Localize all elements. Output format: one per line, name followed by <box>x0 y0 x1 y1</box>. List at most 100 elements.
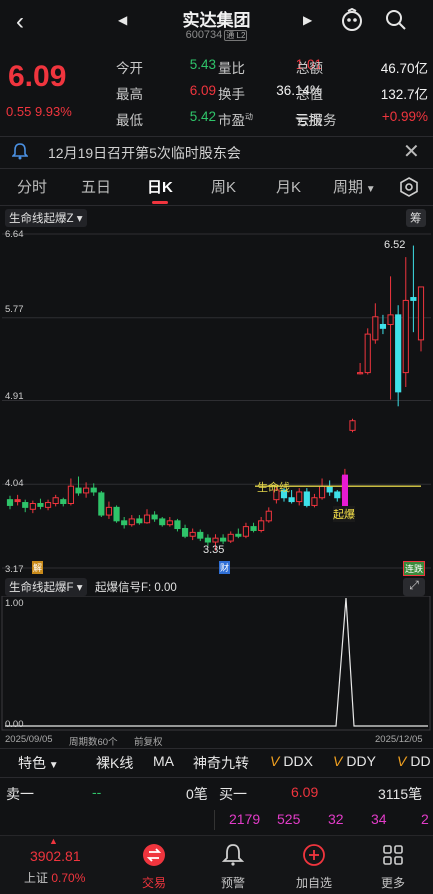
toolbar-ddy[interactable]: V DDY <box>333 753 376 769</box>
bell-icon <box>11 142 29 165</box>
main-indicator-select[interactable]: 生命线起爆Z ▾ <box>5 209 87 227</box>
toolbar-ddx[interactable]: V DDX <box>270 753 313 769</box>
stock-title: 实达集团 <box>182 11 251 30</box>
toolbar-dd[interactable]: V DD <box>397 753 431 769</box>
index-info[interactable]: 上证 0.70% <box>24 869 85 886</box>
tab-zhouqi[interactable]: 周期 ▼ <box>333 176 376 197</box>
price-change: 0.55 9.93% <box>6 104 72 119</box>
candle <box>75 487 82 494</box>
sell1-label: 卖一 <box>6 786 34 802</box>
consecutive-drop-marker[interactable]: 连跌 <box>403 561 426 576</box>
candle <box>326 485 333 493</box>
candle <box>52 497 59 505</box>
sell1-price: -- <box>92 784 102 800</box>
toolbar-naked-k[interactable]: 裸K线 <box>96 753 133 773</box>
sub-indicator-label: 生命线起爆F <box>9 582 74 594</box>
high-annotation: 6.52 <box>384 239 406 251</box>
quote-value: 5.42 <box>189 109 216 124</box>
nav-trade[interactable]: 交易 <box>124 874 184 891</box>
robot-icon[interactable] <box>340 7 364 36</box>
vip-icon: V <box>270 753 280 769</box>
period-tabs: 分时 五日 日K 周K 月K 周期 ▼ <box>0 170 433 204</box>
search-icon[interactable] <box>384 8 408 36</box>
quote-value: 6.09 <box>189 83 216 98</box>
life-line-label: 生命线 <box>257 482 290 494</box>
unlock-marker[interactable]: 解 <box>32 561 44 574</box>
candle <box>364 333 371 374</box>
notice-bar[interactable]: 12月19日召开第5次临时股东会 ✕ <box>0 138 433 166</box>
toolbar-magic-nine[interactable]: 神奇九转 <box>193 753 249 773</box>
candle <box>181 528 189 537</box>
chip-button[interactable]: 筹 <box>406 209 426 227</box>
sub-y-top: 1.00 <box>5 598 24 609</box>
quote-label: 今开 <box>116 61 143 76</box>
nav-more[interactable]: 更多 <box>363 874 423 891</box>
notice-text: 12月19日召开第5次临时股东会 <box>48 145 241 161</box>
quote-label: 市盈动 <box>218 112 253 129</box>
candle <box>379 323 387 329</box>
order-book: 卖一 -- 0笔 买一 6.09 3115笔 2179 525 32 34 2 <box>0 780 433 834</box>
candle <box>417 286 425 341</box>
index-name: 上证 <box>24 871 49 885</box>
candle <box>22 502 29 508</box>
more-grid-icon[interactable] <box>363 842 423 868</box>
divider <box>0 168 433 169</box>
candle <box>265 510 272 522</box>
candle <box>296 491 303 503</box>
divider <box>0 136 433 137</box>
indicator-toolbar: 特色 ▼ 裸K线 MA 神奇九转 V DDX V DDY V DD <box>0 751 433 775</box>
alert-icon[interactable] <box>203 842 263 868</box>
candle <box>98 492 105 516</box>
tab-wuri[interactable]: 五日 <box>81 176 111 197</box>
expand-icon[interactable]: ⤢ <box>403 578 425 596</box>
finance-marker[interactable]: 财 <box>219 561 231 574</box>
candle <box>250 526 257 531</box>
candle <box>151 514 158 520</box>
quote-label: 总值 <box>296 87 323 102</box>
vip-icon: V <box>397 753 407 769</box>
quote-label: 最低 <box>116 113 143 128</box>
nav-add-watchlist[interactable]: 加自选 <box>284 874 344 891</box>
quote-value: 132.7亿 <box>380 87 428 102</box>
candle <box>44 502 52 508</box>
sub-indicator-chart[interactable] <box>0 596 433 732</box>
queue-num: 2 <box>421 811 429 827</box>
tab-fenshi[interactable]: 分时 <box>17 176 47 197</box>
quote-label: 总额 <box>296 61 323 76</box>
quote-value: +0.99% <box>381 109 428 124</box>
sub-indicator-select[interactable]: 生命线起爆F ▾ <box>5 578 87 596</box>
tab-zhouk[interactable]: 周K <box>211 176 236 197</box>
tab-active-indicator <box>152 201 168 204</box>
nav-alert[interactable]: 预警 <box>203 874 263 891</box>
add-watchlist-icon[interactable] <box>284 842 344 868</box>
feature-menu[interactable]: 特色 ▼ <box>18 753 59 773</box>
stock-code-text: 600734 <box>185 29 223 41</box>
change-pct: 9.93% <box>34 104 72 119</box>
candle <box>159 518 166 526</box>
queue-num: 525 <box>277 811 301 827</box>
boom-bar <box>342 474 348 510</box>
ddx-label: DDX <box>283 753 313 769</box>
candle <box>235 533 242 537</box>
tab-yuek[interactable]: 月K <box>276 176 301 197</box>
sell1-volume: 0笔 <box>186 786 208 802</box>
settings-icon[interactable] <box>398 176 420 203</box>
trade-icon[interactable] <box>124 842 184 868</box>
candle <box>121 520 128 526</box>
app-root: ‹ ◀ 实达集团 600734 通 L2 ▶ 6.09 0.55 9.93% 今开… <box>0 0 433 894</box>
toolbar-ma[interactable]: MA <box>153 753 174 769</box>
candle <box>357 372 364 375</box>
main-kline-chart[interactable] <box>0 228 433 576</box>
l2-tag: 通 L2 <box>224 30 248 41</box>
candle <box>128 518 135 526</box>
tab-rik[interactable]: 日K <box>147 176 173 197</box>
feature-label: 特色 <box>18 755 46 771</box>
top-bar: ‹ ◀ 实达集团 600734 通 L2 ▶ <box>0 0 433 50</box>
candle <box>67 485 74 505</box>
index-value[interactable]: 3902.81 <box>30 848 81 864</box>
close-icon[interactable]: ✕ <box>403 139 420 164</box>
index-pct: 0.70% <box>51 871 86 885</box>
divider <box>0 777 433 778</box>
candle <box>166 520 173 526</box>
next-stock-icon[interactable]: ▶ <box>303 14 312 26</box>
